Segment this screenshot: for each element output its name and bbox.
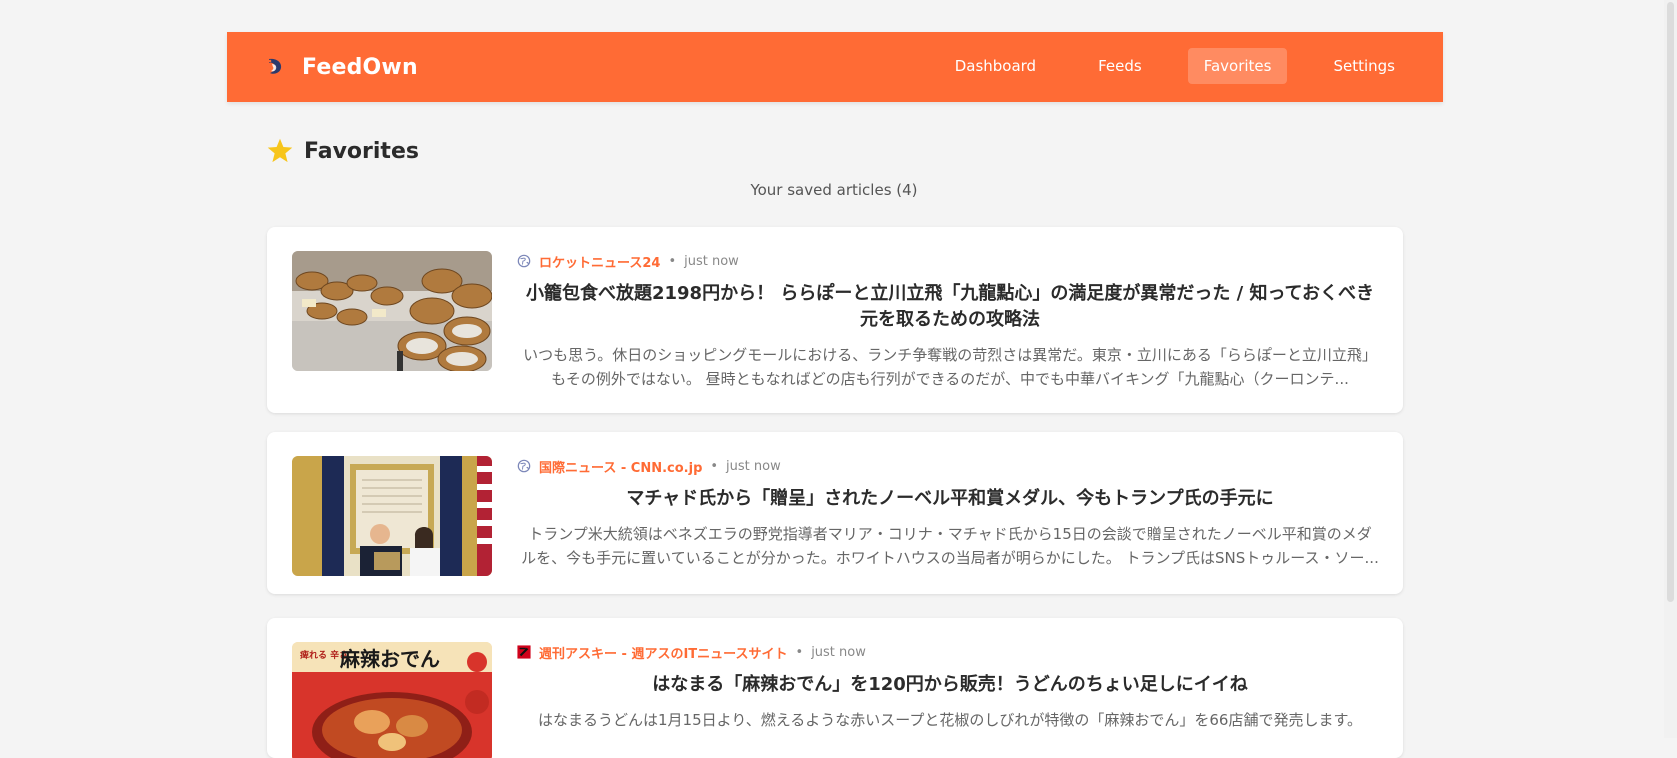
app-page: FeedOwn Dashboard Feeds Favorites Settin… [0,0,1664,758]
article-excerpt: いつも思う。休日のショッピングモールにおける、ランチ争奪戦の苛烈さは異常だ。東京… [523,346,1377,388]
article-meta: 週刊アスキー - 週アスのITニュースサイト • just now [517,642,1383,662]
nav-favorites[interactable]: Favorites [1187,48,1288,84]
meta-separator: • [795,644,804,660]
meta-separator: • [710,458,719,474]
dim-sum-steamers-photo [292,251,492,371]
article-meta: ロケットニュース24 • just now [517,251,1383,271]
article-source[interactable]: ロケットニュース24 [539,252,660,271]
article-card[interactable]: 痺れる 辛さ 麻辣おでん 週刊アスキー - 週アスのITニュースサイト • ju… [267,618,1403,758]
saved-count-subtitle: Your saved articles (4) [750,181,918,199]
globe-icon [517,459,531,473]
feedown-logo-icon [268,58,282,74]
article-thumbnail[interactable]: 痺れる 辛さ 麻辣おでん [292,642,492,758]
brand[interactable]: FeedOwn [264,32,418,102]
globe-icon [517,254,531,268]
page-title: Favorites [304,138,419,164]
article-thumbnail[interactable] [292,456,492,576]
article-excerpt: トランプ米大統領はベネズエラの野党指導者マリア・コリナ・マチャド氏から15日の会… [521,525,1379,567]
main-nav: Dashboard Feeds Favorites Settings [909,48,1411,84]
brand-name: FeedOwn [302,54,418,80]
article-time: just now [811,644,866,660]
article-time: just now [684,253,739,269]
oval-office-photo [292,456,492,576]
article-title[interactable]: はなまる「麻辣おでん」を120円から販売！うどんのちょい足しにイイね [517,672,1383,698]
article-thumbnail[interactable] [292,251,492,371]
article-card[interactable]: ロケットニュース24 • just now 小籠包食べ放題2198円から！ らら… [267,227,1403,413]
scrollbar-thumb[interactable] [1667,2,1674,602]
article-title[interactable]: マチャド氏から「贈呈」されたノーベル平和賞メダル、今もトランプ氏の手元に [517,486,1383,512]
article-source[interactable]: 国際ニュース - CNN.co.jp [539,457,702,476]
article-time: just now [726,458,781,474]
nav-dashboard[interactable]: Dashboard [939,48,1052,84]
article-card[interactable]: 国際ニュース - CNN.co.jp • just now マチャド氏から「贈呈… [267,432,1403,594]
top-navbar: FeedOwn Dashboard Feeds Favorites Settin… [227,32,1443,102]
nav-settings[interactable]: Settings [1317,48,1411,84]
article-meta: 国際ニュース - CNN.co.jp • just now [517,456,1383,476]
article-source[interactable]: 週刊アスキー - 週アスのITニュースサイト [539,643,788,662]
page-scrollbar[interactable] [1664,0,1677,738]
mala-oden-photo: 痺れる 辛さ 麻辣おでん [292,642,492,758]
article-content: ロケットニュース24 • just now 小籠包食べ放題2198円から！ らら… [517,251,1383,391]
article-content: 週刊アスキー - 週アスのITニュースサイト • just now はなまる「麻… [517,642,1383,732]
article-content: 国際ニュース - CNN.co.jp • just now マチャド氏から「贈呈… [517,456,1383,570]
star-icon [267,138,293,163]
thumbnail-title: 麻辣おでん [339,647,440,671]
nav-feeds[interactable]: Feeds [1082,48,1158,84]
article-excerpt: はなまるうどんは1月15日より、燃えるような赤いスープと花椒のしびれが特徴の「麻… [538,711,1362,729]
page-heading: Favorites [266,137,419,165]
ascii-icon [517,645,531,659]
meta-separator: • [668,253,677,269]
article-title[interactable]: 小籠包食べ放題2198円から！ ららぽーと立川立飛「九龍點心」の満足度が異常だっ… [517,281,1383,333]
